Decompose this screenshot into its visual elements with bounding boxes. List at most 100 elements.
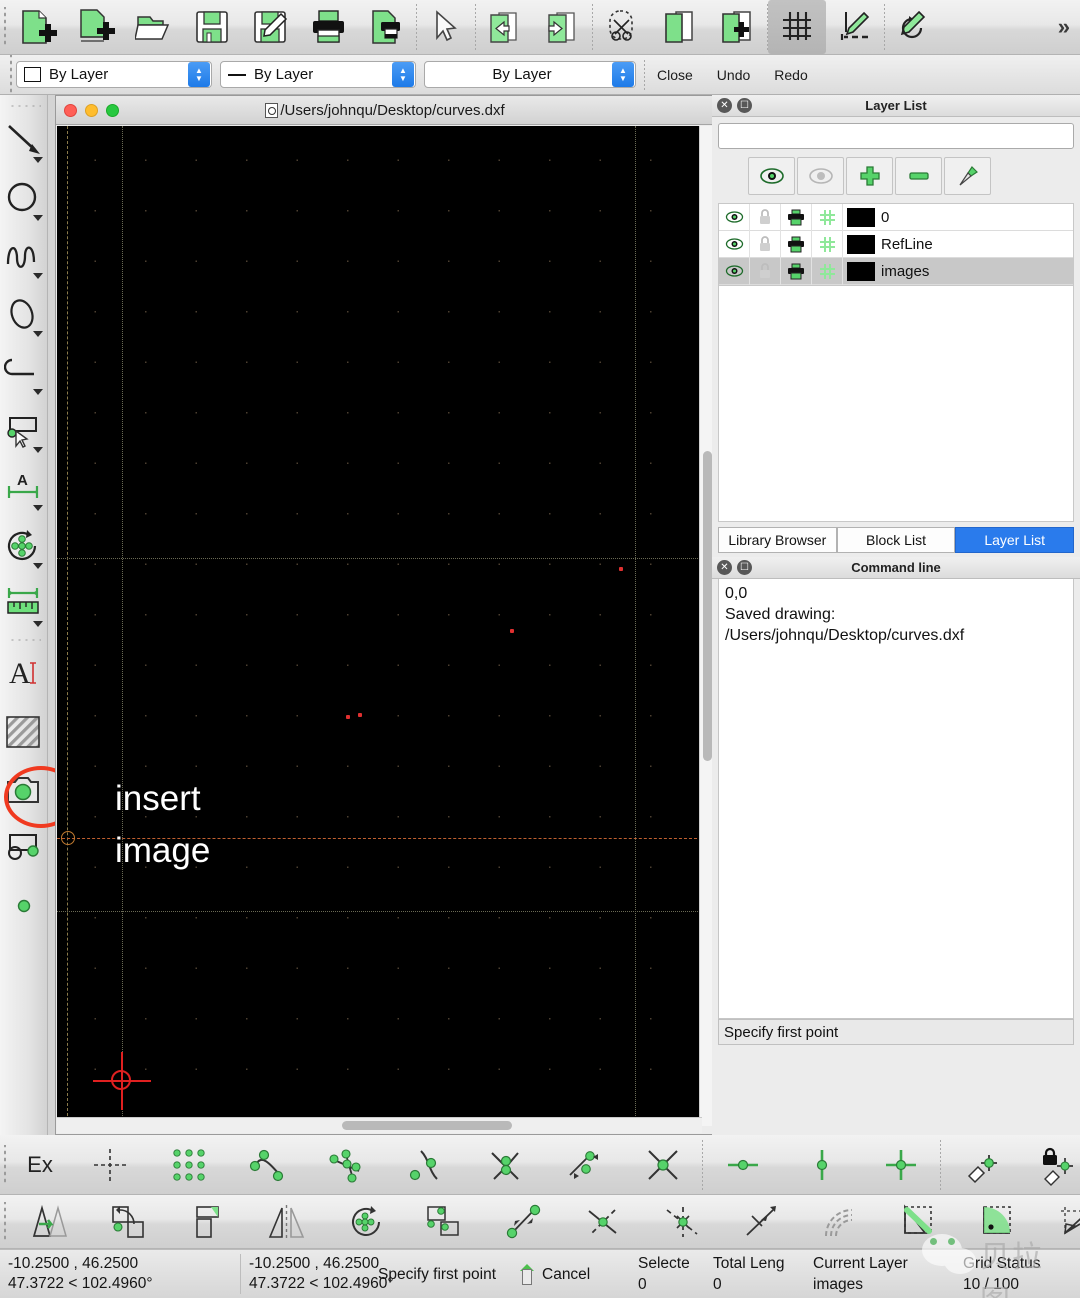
grid-toggle-button[interactable] [768, 0, 826, 54]
remove-layer-button[interactable] [895, 157, 942, 195]
rotate-button[interactable] [89, 1193, 168, 1251]
left-toolbar-grip[interactable] [6, 101, 41, 111]
lock-icon[interactable] [750, 257, 781, 285]
entity-point[interactable] [346, 715, 350, 719]
printer-icon[interactable] [781, 230, 812, 258]
eye-icon[interactable] [719, 257, 750, 285]
save-as-button[interactable] [242, 0, 300, 54]
color-combo[interactable]: By Layer ▲ ▼ [16, 61, 212, 88]
cancel-icon[interactable] [518, 1263, 536, 1286]
snap-endpoint-button[interactable] [228, 1136, 307, 1194]
cancel-button[interactable]: Cancel [542, 1266, 590, 1284]
snap-center-button[interactable] [386, 1136, 465, 1194]
add-layer-button[interactable] [846, 157, 893, 195]
snap-on-entity-button[interactable] [307, 1136, 386, 1194]
ellipse-tool[interactable] [1, 285, 47, 343]
eye-icon[interactable] [719, 230, 750, 258]
bevel-button[interactable] [879, 1193, 958, 1251]
select-pointer-button[interactable] [417, 0, 475, 54]
redraw-button[interactable] [885, 0, 943, 54]
toolbar-grip[interactable] [0, 7, 10, 47]
stretch-button[interactable] [484, 1193, 563, 1251]
table-row[interactable]: RefLine [719, 230, 1073, 258]
scale-button[interactable] [168, 1193, 247, 1251]
text-tool[interactable]: A [1, 645, 47, 703]
print-preview-button[interactable] [358, 0, 416, 54]
paste-button[interactable] [709, 0, 767, 54]
copy-button[interactable] [651, 0, 709, 54]
table-row[interactable]: images [719, 257, 1073, 285]
snap-grid-button[interactable] [149, 1136, 228, 1194]
offset-button[interactable] [800, 1193, 879, 1251]
close-button[interactable]: Close [645, 67, 705, 83]
modify-toolbar-grip[interactable] [0, 1201, 10, 1242]
table-row[interactable]: 0 [719, 203, 1073, 231]
scrollbar-thumb[interactable] [342, 1121, 512, 1130]
linetype-combo[interactable]: By Layer ▲ ▼ [220, 61, 416, 88]
tab-block-list[interactable]: Block List [836, 527, 956, 553]
save-button[interactable] [184, 0, 242, 54]
printer-icon[interactable] [781, 257, 812, 285]
color-combo-spinner[interactable]: ▲ ▼ [188, 62, 210, 87]
copy-offset-button[interactable] [405, 1193, 484, 1251]
tab-layer-list[interactable]: Layer List [955, 527, 1075, 553]
linetype-combo-spinner[interactable]: ▲ ▼ [392, 62, 414, 87]
move-rotate-button[interactable] [326, 1193, 405, 1251]
entity-point[interactable] [358, 713, 362, 717]
divide-button[interactable] [1037, 1193, 1080, 1251]
canvas-horizontal-scrollbar[interactable] [57, 1117, 702, 1133]
redo-text-button[interactable]: Redo [762, 67, 819, 83]
round-button[interactable] [958, 1193, 1037, 1251]
grid-hash-icon[interactable] [812, 257, 843, 285]
show-all-layers-button[interactable] [748, 157, 795, 195]
layer-table-empty-area[interactable] [718, 286, 1074, 522]
trim-two-button[interactable] [642, 1193, 721, 1251]
printer-icon[interactable] [781, 203, 812, 231]
snap-intersection-button[interactable] [623, 1136, 702, 1194]
grid-hash-icon[interactable] [812, 230, 843, 258]
close-button[interactable] [64, 103, 77, 117]
insert-image-tool[interactable] [1, 761, 47, 819]
snap-middle-button[interactable] [465, 1136, 544, 1194]
relative-zero-button[interactable] [941, 1136, 1020, 1194]
mirror-button[interactable] [247, 1193, 326, 1251]
drawing-canvas[interactable]: insert image [57, 126, 702, 1126]
command-line-input[interactable]: Specify first point [718, 1019, 1074, 1045]
draft-mode-button[interactable] [826, 0, 884, 54]
canvas-vertical-scrollbar[interactable] [699, 126, 713, 1126]
left-toolbar-grip-2[interactable] [6, 635, 41, 645]
arc-tool[interactable] [1, 343, 47, 401]
snap-distance-button[interactable] [544, 1136, 623, 1194]
circle-tool[interactable] [1, 169, 47, 227]
cut-button[interactable] [593, 0, 651, 54]
block-tool[interactable] [1, 819, 47, 877]
document-titlebar[interactable]: /Users/johnqu/Desktop/curves.dxf [56, 96, 714, 125]
snap-free-button[interactable] [70, 1136, 149, 1194]
minimize-button[interactable] [85, 103, 98, 117]
lock-icon[interactable] [750, 230, 781, 258]
restrict-horizontal-button[interactable] [703, 1136, 782, 1194]
shape-select-tool[interactable] [1, 401, 47, 459]
lengthen-button[interactable] [721, 1193, 800, 1251]
text-dimension-tool[interactable]: A [1, 459, 47, 517]
tab-library-browser[interactable]: Library Browser [718, 527, 837, 553]
undo-text-button[interactable]: Undo [705, 67, 762, 83]
property-toolbar-grip[interactable] [6, 54, 16, 95]
entity-point[interactable] [619, 567, 623, 571]
eye-icon[interactable] [719, 203, 750, 231]
snap-toolbar-grip[interactable] [0, 1144, 10, 1185]
redo-button[interactable] [534, 0, 592, 54]
line-tool[interactable] [1, 111, 47, 169]
restrict-ortho-button[interactable] [861, 1136, 940, 1194]
layer-filter-input[interactable] [718, 123, 1074, 149]
new-from-template-button[interactable] [68, 0, 126, 54]
edit-layer-button[interactable] [944, 157, 991, 195]
layer-color-swatch[interactable] [847, 207, 875, 227]
zoom-button[interactable] [106, 103, 119, 117]
spline-tool[interactable] [1, 227, 47, 285]
hide-all-layers-button[interactable] [797, 157, 844, 195]
layer-color-swatch[interactable] [847, 234, 875, 254]
lock-relative-zero-button[interactable] [1020, 1136, 1080, 1194]
measure-tool[interactable] [1, 575, 47, 633]
lineweight-combo[interactable]: By Layer ▲ ▼ [424, 61, 636, 88]
